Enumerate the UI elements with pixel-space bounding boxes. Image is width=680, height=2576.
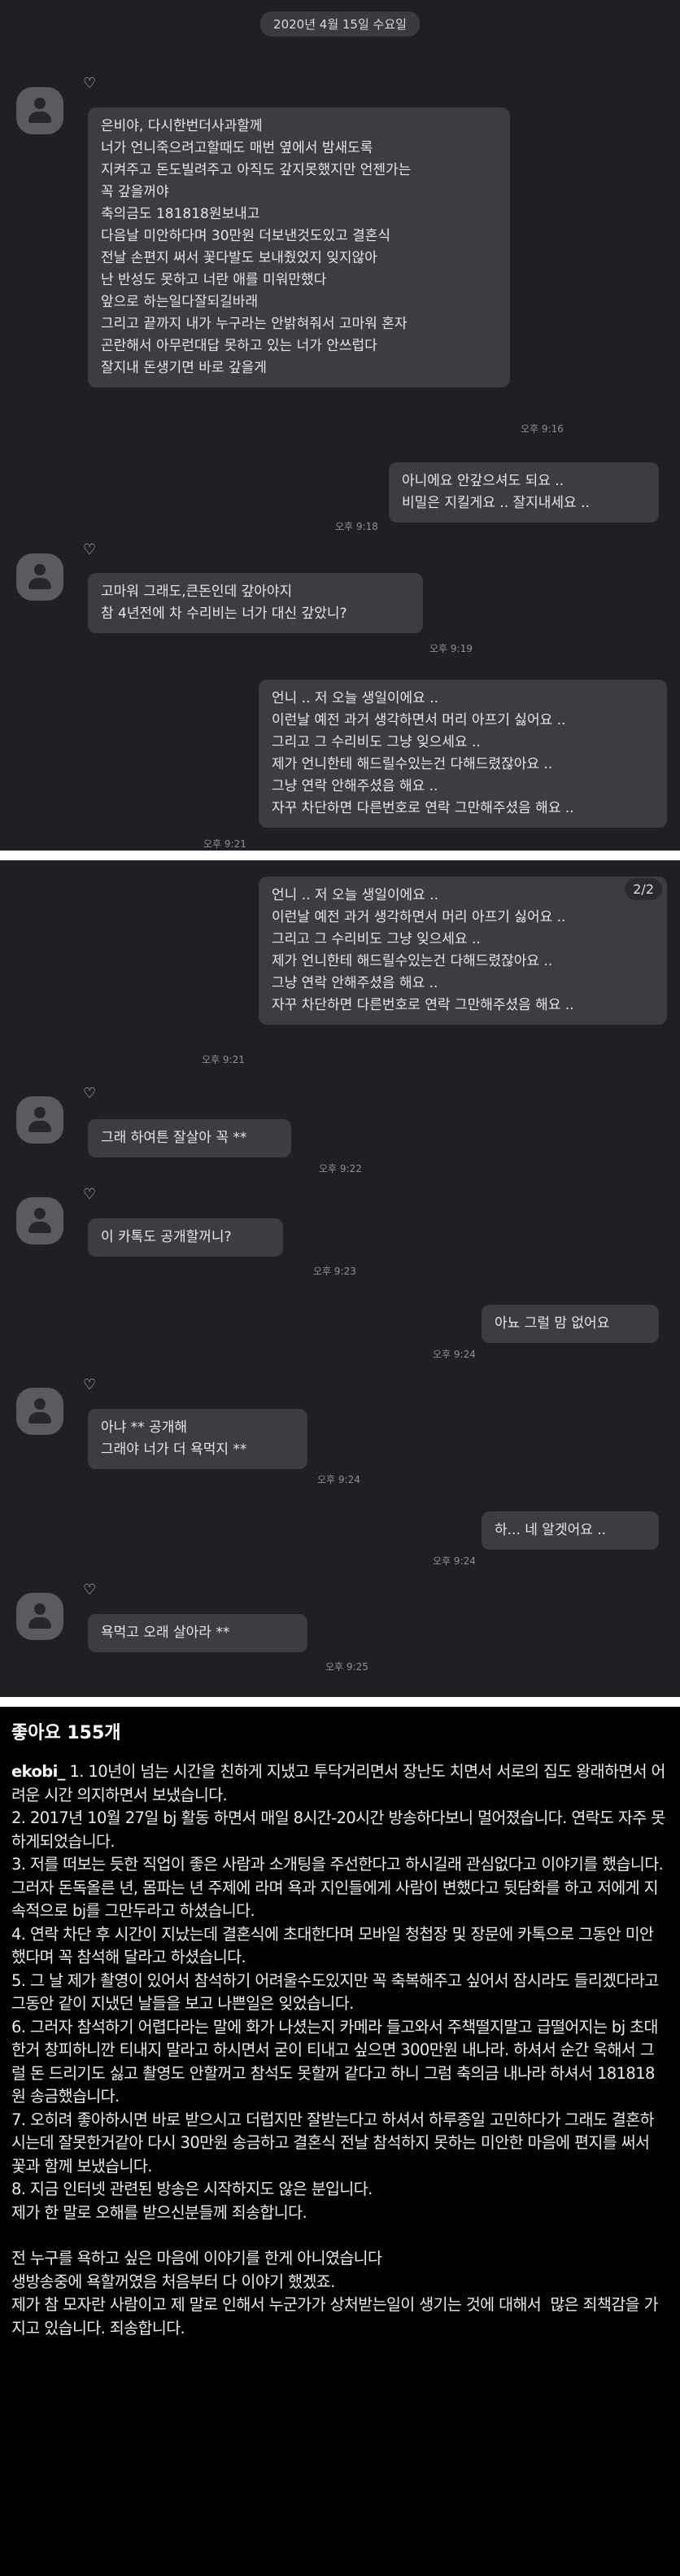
avatar[interactable] xyxy=(16,1388,63,1435)
caption-paragraph-1: ekobi_ 1. 10년이 넘는 시간을 친하게 지냈고 투닥거리면서 장난도… xyxy=(11,1760,667,1807)
username-link[interactable]: ekobi_ xyxy=(11,1762,65,1781)
avatar[interactable] xyxy=(16,87,63,134)
avatar[interactable] xyxy=(16,553,63,601)
message-bubble-incoming: 그래 하여튼 잘살아 꼭 ** xyxy=(88,1119,291,1157)
message-time: 오후 9:19 xyxy=(429,643,473,654)
message-bubble-incoming: 은비야, 다시한번더사과할께 너가 언니죽으려고할때도 매번 옆에서 밤새도록 … xyxy=(88,107,510,387)
message-time: 오후 9:24 xyxy=(433,1349,476,1360)
avatar[interactable] xyxy=(16,1593,63,1640)
likes-count[interactable]: 좋아요 155개 xyxy=(11,1718,121,1744)
message-time: 오후 9:25 xyxy=(325,1661,368,1673)
message-bubble-outgoing: 아니에요 안갚으셔도 되요 .. 비밀은 지킬게요 .. 잘지내세요 .. xyxy=(389,462,659,523)
message-bubble-incoming: 이 카톡도 공개할꺼니? xyxy=(88,1218,283,1257)
message-time: 오후 9:22 xyxy=(319,1163,362,1174)
message-time: 오후 9:24 xyxy=(433,1555,476,1567)
caption-paragraph-2: 2. 2017년 10월 27일 bj 활동 하면서 매일 8시간-20시간 방… xyxy=(11,1808,665,1851)
caption-paragraph-4: 4. 연락 차단 후 시간이 지났는데 결혼식에 초대한다며 모바일 청첩장 및… xyxy=(11,1924,654,1967)
message-bubble-incoming: 고마워 그래도,큰돈인데 갚아야지 참 4년전에 차 수리비는 너가 대신 갚았… xyxy=(88,573,423,633)
heart-icon: ♡ xyxy=(83,75,97,92)
heart-icon: ♡ xyxy=(83,1376,97,1393)
message-bubble-incoming: 아냐 ** 공개해 그래야 너가 더 욕먹지 ** xyxy=(88,1409,307,1469)
caption-text: ekobi_ 1. 10년이 넘는 시간을 친하게 지냈고 투닥거리면서 장난도… xyxy=(11,1760,667,2340)
message-bubble-outgoing: 언니 .. 저 오늘 생일이에요 .. 이런날 예전 과거 생각하면서 머리 아… xyxy=(259,877,667,1025)
message-time: 오후 9:16 xyxy=(521,423,564,435)
caption-paragraph-7: 7. 오히려 좋아하시면 바로 받으시고 더럽지만 잘받는다고 하셔서 하루종일… xyxy=(11,2110,655,2176)
message-time: 오후 9:18 xyxy=(335,521,378,532)
message-time: 오후 9:24 xyxy=(317,1474,360,1485)
caption-paragraph-9: 전 누구를 욕하고 싶은 마음에 이야기를 한게 아니였습니다 생방송중에 욕할… xyxy=(11,2249,659,2338)
caption-paragraph-5: 5. 그 날 제가 촬영이 있어서 참석하기 어려울수도있지만 꼭 축복해주고 … xyxy=(11,1970,659,2014)
date-divider: 2020년 4월 15일 수요일 xyxy=(260,11,420,37)
heart-icon: ♡ xyxy=(83,541,97,558)
message-bubble-outgoing: 아뇨 그럴 맘 없어요 xyxy=(482,1305,659,1343)
message-bubble-outgoing: 언니 .. 저 오늘 생일이에요 .. 이런날 예전 과거 생각하면서 머리 아… xyxy=(259,680,667,828)
caption-line: 1. 10년이 넘는 시간을 친하게 지냈고 투닥거리면서 장난도 치면서 서로… xyxy=(11,1762,666,1804)
caption-paragraph-6: 6. 그러자 참석하기 어렵다라는 말에 화가 나셨는지 카메라 들고와서 주책… xyxy=(11,2017,658,2106)
caption-paragraph-3: 3. 저를 떠보는 듯한 직업이 좋은 사람과 소개팅을 주선한다고 하시길래 … xyxy=(11,1855,664,1920)
heart-icon: ♡ xyxy=(83,1581,97,1599)
page-counter: 2/2 xyxy=(625,878,662,900)
chat-screenshot-1: 2020년 4월 15일 수요일 ♡ 은비야, 다시한번더사과할께 너가 언니죽… xyxy=(0,0,680,851)
message-bubble-outgoing: 하... 네 알겟어요 .. xyxy=(482,1511,659,1550)
message-bubble-incoming: 욕먹고 오래 살아라 ** xyxy=(88,1614,307,1652)
message-time: 오후 9:23 xyxy=(313,1266,356,1277)
chat-screenshot-2: 언니 .. 저 오늘 생일이에요 .. 이런날 예전 과거 생각하면서 머리 아… xyxy=(0,860,680,1697)
heart-icon: ♡ xyxy=(83,1085,97,1102)
heart-icon: ♡ xyxy=(83,1186,97,1203)
avatar[interactable] xyxy=(16,1096,63,1144)
avatar[interactable] xyxy=(16,1197,63,1244)
caption-paragraph-8: 8. 지금 인터넷 관련된 방송은 시작하지도 않은 분입니다. 제가 한 말로… xyxy=(11,2180,373,2222)
message-time: 오후 9:21 xyxy=(202,1054,245,1065)
instagram-post-caption: 좋아요 155개 ekobi_ 1. 10년이 넘는 시간을 친하게 지냈고 투… xyxy=(0,1707,680,2576)
message-time: 오후 9:21 xyxy=(203,838,246,850)
